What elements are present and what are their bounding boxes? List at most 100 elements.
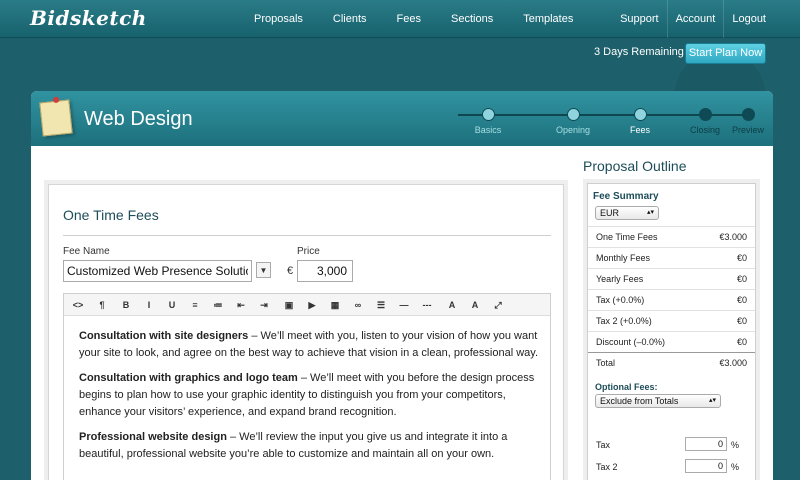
summary-value: €0	[736, 274, 747, 284]
font-color-icon[interactable]: A	[444, 297, 460, 313]
background-color-icon[interactable]: A	[467, 297, 483, 313]
summary-value: €0	[736, 337, 747, 347]
nav-clients[interactable]: Clients	[333, 0, 367, 38]
price-input[interactable]	[297, 260, 353, 282]
currency-symbol: €	[287, 265, 294, 277]
proposal-panel: Web Design Basics Opening Fees Closing P	[31, 91, 773, 480]
chevron-down-icon: ▼	[259, 266, 268, 275]
fee-name-dropdown-button[interactable]: ▼	[256, 262, 271, 278]
fee-summary-title: Fee Summary	[593, 191, 659, 202]
align-icon[interactable]: ☰	[373, 297, 389, 313]
step-basics[interactable]: Basics	[453, 107, 523, 135]
summary-label: Total	[596, 358, 616, 368]
summary-label: Yearly Fees	[596, 274, 644, 284]
paragraph-heading: Consultation with site designers	[79, 330, 249, 342]
proposal-note-icon	[39, 99, 73, 137]
summary-row: Yearly Fees €0	[588, 268, 755, 289]
paragraph-heading: Professional website design	[79, 431, 227, 443]
currency-select[interactable]: EUR ▴▾	[595, 206, 659, 220]
nav-fees[interactable]: Fees	[397, 0, 421, 38]
summary-row: Monthly Fees €0	[588, 247, 755, 268]
summary-label: Discount (–0.0%)	[596, 337, 666, 347]
horizontal-rule-icon[interactable]: —	[396, 297, 412, 313]
table-icon[interactable]: ▦	[327, 297, 343, 313]
editor-content[interactable]: Consultation with site designers – We’ll…	[79, 328, 539, 471]
top-nav: Bidsketch Proposals Clients Fees Section…	[0, 0, 800, 38]
summary-label: Tax 2 (+0.0%)	[596, 316, 652, 326]
trial-remaining: 3 Days Remaining	[594, 46, 684, 58]
step-label: Opening	[555, 125, 591, 135]
nav-support[interactable]: Support	[612, 0, 667, 38]
editor-paragraph: Consultation with graphics and logo team…	[79, 370, 539, 421]
rich-text-editor: <> ¶ B I U ≡ ≔ ⇤ ⇥ ▣ ▶ ▦ ∞ ☰ — --- A A ⤢ Consultation with…	[63, 293, 551, 480]
step-label: Fees	[629, 125, 650, 135]
section-divider	[63, 235, 551, 236]
optional-fees-label: Optional Fees:	[595, 382, 658, 392]
nav-logout[interactable]: Logout	[723, 0, 774, 38]
step-dot	[481, 108, 495, 121]
summary-value: €0	[736, 316, 747, 326]
summary-label: One Time Fees	[596, 232, 658, 242]
summary-row: Tax 2 (+0.0%) €0	[588, 310, 755, 331]
fee-name-label: Fee Name	[63, 246, 110, 257]
summary-value: €3.000	[719, 232, 747, 242]
editor-toolbar: <> ¶ B I U ≡ ≔ ⇤ ⇥ ▣ ▶ ▦ ∞ ☰ — --- A A ⤢	[64, 294, 550, 316]
ordered-list-icon[interactable]: ≡	[187, 297, 203, 313]
unordered-list-icon[interactable]: ≔	[210, 297, 226, 313]
summary-total-row: Total €3.000	[588, 352, 755, 373]
panel-header: Web Design Basics Opening Fees Closing P	[31, 91, 773, 146]
tax-input[interactable]: 0	[685, 437, 727, 451]
bold-icon[interactable]: B	[118, 297, 134, 313]
italic-icon[interactable]: I	[141, 297, 157, 313]
step-preview[interactable]: Preview	[713, 107, 773, 135]
proposal-outline-title: Proposal Outline	[583, 158, 687, 174]
main-nav: Proposals Clients Fees Sections Template…	[240, 0, 603, 38]
nav-proposals[interactable]: Proposals	[254, 0, 303, 38]
paragraph-heading: Consultation with graphics and logo team	[79, 372, 298, 384]
video-icon[interactable]: ▶	[304, 297, 320, 313]
summary-row: Tax (+0.0%) €0	[588, 289, 755, 310]
tax2-unit: %	[731, 462, 740, 472]
optional-fees-value: Exclude from Totals	[600, 396, 679, 406]
optional-fees-select[interactable]: Exclude from Totals ▴▾	[595, 394, 721, 408]
logo[interactable]: Bidsketch	[30, 6, 147, 30]
link-icon[interactable]: ∞	[350, 297, 366, 313]
nav-templates[interactable]: Templates	[523, 0, 573, 38]
nav-sections[interactable]: Sections	[451, 0, 493, 38]
tax-unit: %	[731, 440, 740, 450]
paragraph-icon[interactable]: ¶	[94, 297, 110, 313]
page-title: Web Design	[84, 108, 193, 130]
summary-row: One Time Fees €3.000	[588, 226, 755, 247]
code-icon[interactable]: <>	[70, 297, 86, 313]
summary-value: €0	[736, 295, 747, 305]
step-dot	[633, 108, 647, 121]
summary-value: €3.000	[719, 358, 747, 368]
section-title: One Time Fees	[63, 207, 159, 223]
outdent-icon[interactable]: ⇤	[233, 297, 249, 313]
select-arrows-icon: ▴▾	[708, 397, 716, 404]
tax2-label: Tax 2	[596, 462, 618, 472]
price-label: Price	[297, 246, 320, 257]
nav-account[interactable]: Account	[666, 0, 724, 38]
image-icon[interactable]: ▣	[281, 297, 297, 313]
dashed-rule-icon[interactable]: ---	[419, 297, 435, 313]
tax-label: Tax	[596, 440, 611, 450]
step-dot	[698, 108, 712, 121]
editor-paragraph: Consultation with site designers – We’ll…	[79, 328, 539, 362]
currency-value: EUR	[600, 208, 620, 218]
progress-steps: Basics Opening Fees Closing Preview	[458, 107, 768, 137]
step-opening[interactable]: Opening	[538, 107, 608, 135]
summary-label: Monthly Fees	[596, 253, 651, 263]
tax2-input[interactable]: 0	[685, 459, 727, 473]
summary-label: Tax (+0.0%)	[596, 295, 645, 305]
summary-row: Discount (–0.0%) €0	[588, 331, 755, 352]
start-plan-button[interactable]: Start Plan Now	[685, 43, 766, 64]
indent-icon[interactable]: ⇥	[256, 297, 272, 313]
fullscreen-icon[interactable]: ⤢	[490, 297, 506, 313]
select-arrows-icon: ▴▾	[646, 209, 654, 216]
fee-name-input[interactable]	[63, 260, 252, 282]
step-fees[interactable]: Fees	[605, 107, 675, 135]
step-dot	[566, 108, 580, 121]
underline-icon[interactable]: U	[164, 297, 180, 313]
account-nav: Support Account Logout	[612, 0, 774, 38]
